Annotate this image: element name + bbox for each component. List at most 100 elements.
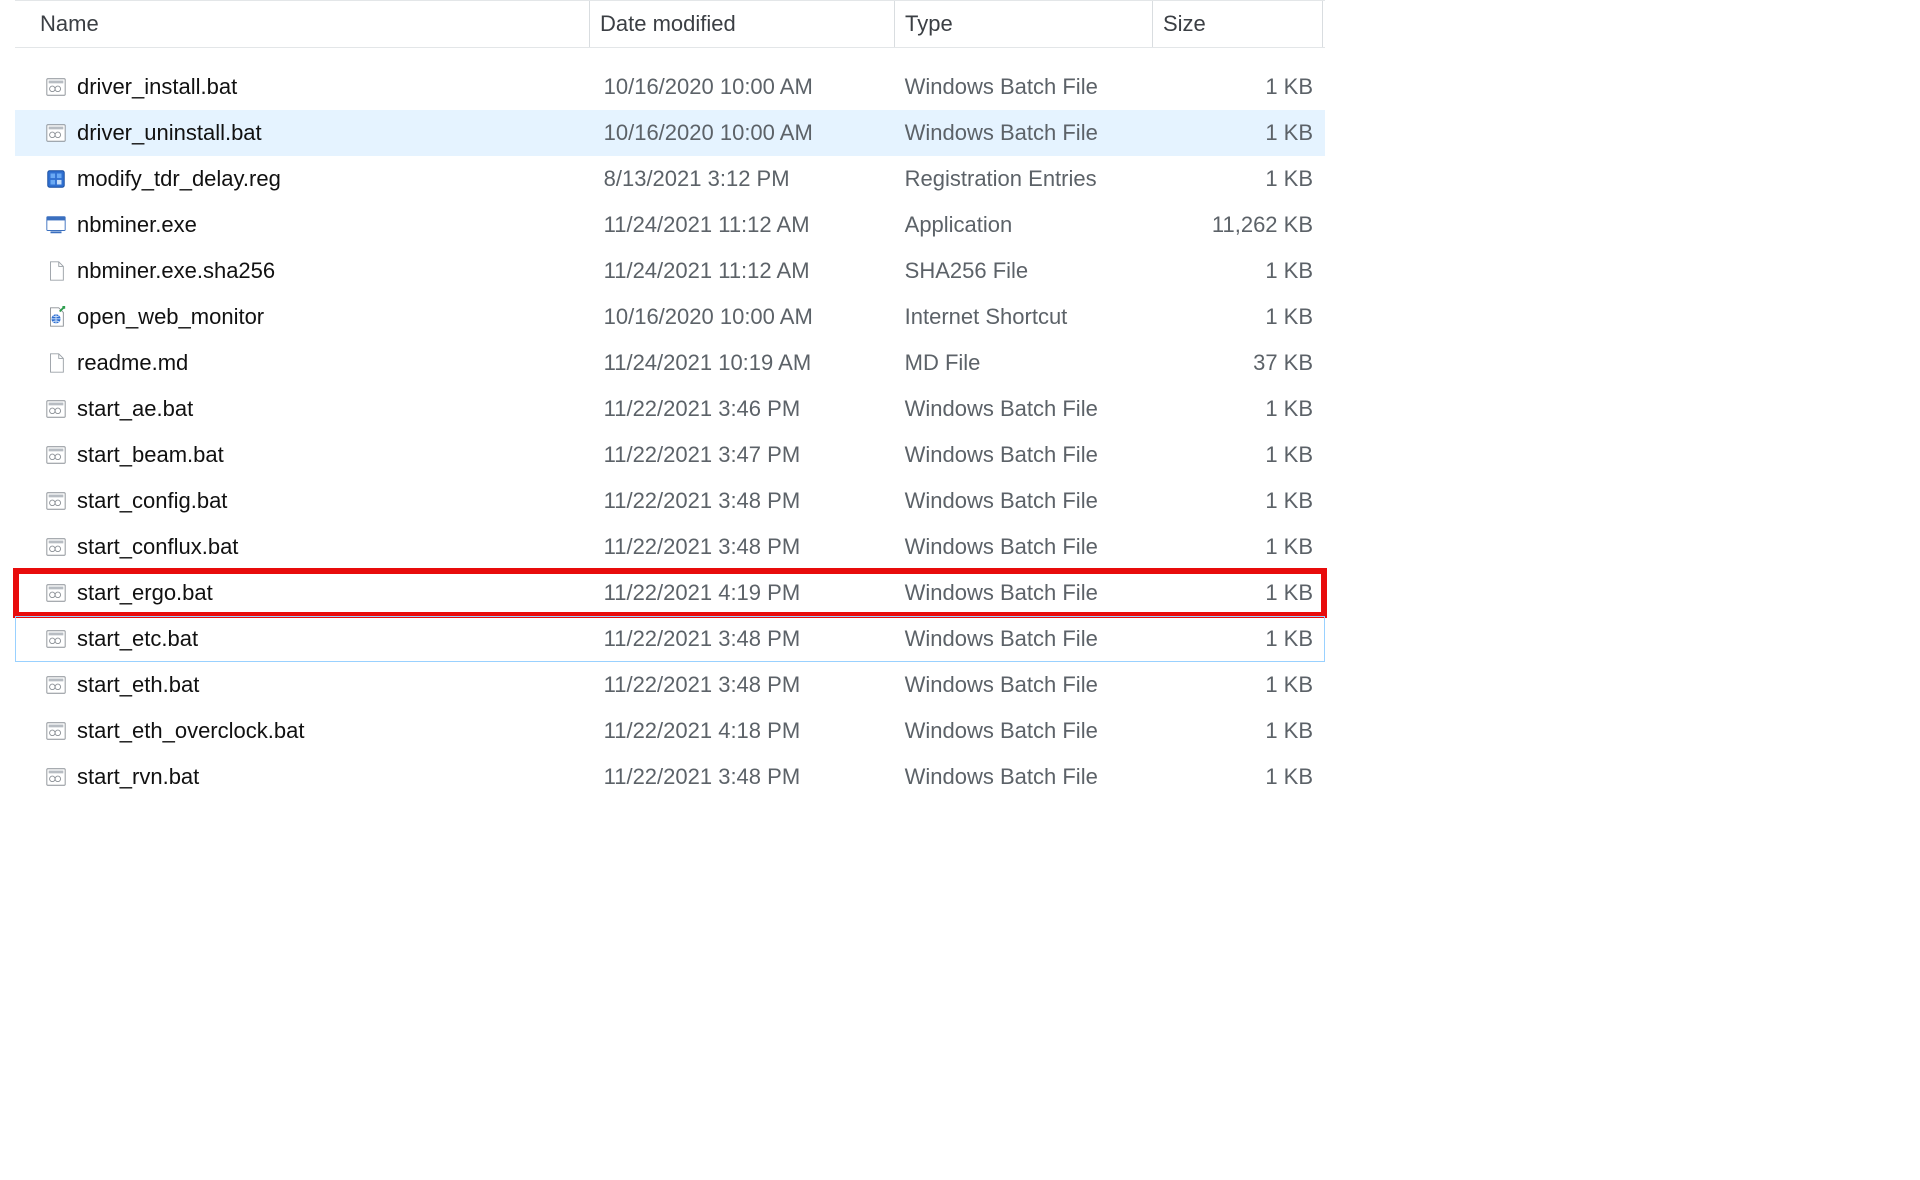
file-row[interactable]: nbminer.exe 11/24/2021 11:12 AMApplicatio… [15,202,1325,248]
file-type: Registration Entries [895,166,1151,192]
file-name: open_web_monitor [77,304,264,330]
file-row[interactable]: driver_install.bat10/16/2020 10:00 AMWin… [15,64,1325,110]
file-date: 11/22/2021 4:18 PM [594,718,895,744]
file-size: 1 KB [1151,488,1325,514]
file-date: 11/22/2021 3:48 PM [594,764,895,790]
file-name: start_ergo.bat [77,580,213,606]
file-name: start_eth.bat [77,672,199,698]
file-type: Windows Batch File [895,396,1151,422]
file-name: driver_install.bat [77,74,237,100]
file-name-cell: start_etc.bat [15,626,594,652]
file-date: 11/22/2021 3:46 PM [594,396,895,422]
file-type: Application [895,212,1151,238]
file-size: 1 KB [1151,396,1325,422]
file-rows: driver_install.bat 10/16/2020 10:00 AM Win… [15,64,1325,800]
bat-icon [45,720,67,742]
file-size: 1 KB [1151,672,1325,698]
file-row[interactable]: start_beam.bat11/22/2021 3:47 PMWindows … [15,432,1325,478]
file-name: nbminer.exe.sha256 [77,258,275,284]
file-name: nbminer.exe [77,212,197,238]
file-name: driver_uninstall.bat [77,120,262,146]
file-size: 1 KB [1151,764,1325,790]
file-name-cell: nbminer.exe.sha256 [15,258,594,284]
file-name-cell: driver_install.bat [15,74,594,100]
bat-icon [45,582,67,604]
bat-icon [45,628,67,650]
exe-icon [45,214,67,236]
bat-icon [45,490,67,512]
file-name: start_conflux.bat [77,534,238,560]
file-size: 37 KB [1151,350,1325,376]
column-header-name[interactable]: ⌃ Name [15,1,590,47]
column-header-row: ⌃ Name Date modified Type Size [15,0,1325,48]
bat-icon [45,122,67,144]
file-name: start_rvn.bat [77,764,199,790]
column-header-size[interactable]: Size [1153,1,1323,47]
file-type: Windows Batch File [895,580,1151,606]
file-row[interactable]: start_ae.bat 11/22/2021 3:46 PMWindows Ba… [15,386,1325,432]
file-name-cell: start_eth.bat [15,672,594,698]
file-row[interactable]: start_eth.bat 11/22/2021 3:48 PMWindows B… [15,662,1325,708]
file-size: 1 KB [1151,166,1325,192]
file-name-cell: start_rvn.bat [15,764,594,790]
file-type: Windows Batch File [895,764,1151,790]
file-type: Windows Batch File [895,534,1151,560]
file-name: start_etc.bat [77,626,198,652]
column-header-name-label: Name [40,11,99,37]
file-size: 1 KB [1151,304,1325,330]
file-name-cell: nbminer.exe [15,212,594,238]
file-row[interactable]: start_rvn.bat 11/22/2021 3:48 PMWindows B… [15,754,1325,800]
file-size: 1 KB [1151,442,1325,468]
file-row[interactable]: modify_tdr_delay.reg 8/13/2021 3:12 PMReg… [15,156,1325,202]
file-date: 10/16/2020 10:00 AM [594,74,895,100]
file-name-cell: modify_tdr_delay.reg [15,166,594,192]
file-row[interactable]: start_etc.bat11/22/2021 3:48 PMWindows B… [15,616,1325,662]
file-date: 11/24/2021 11:12 AM [594,258,895,284]
column-header-type[interactable]: Type [895,1,1153,47]
file-type: SHA256 File [895,258,1151,284]
file-icon [45,352,67,374]
file-type: Windows Batch File [895,672,1151,698]
file-row[interactable]: readme.md11/24/2021 10:19 AMMD File37 KB [15,340,1325,386]
file-name-cell: start_ergo.bat [15,580,594,606]
file-row[interactable]: start_ergo.bat11/22/2021 4:19 PMWindows … [15,570,1325,616]
file-date: 11/22/2021 3:48 PM [594,672,895,698]
file-row[interactable]: start_conflux.bat 11/22/2021 3:48 PMWindo… [15,524,1325,570]
file-type: Windows Batch File [895,626,1151,652]
file-type: Windows Batch File [895,442,1151,468]
file-list-panel: ⌃ Name Date modified Type Size driver_in… [15,0,1325,820]
file-row[interactable]: driver_uninstall.bat10/16/2020 10:00 AMW… [15,110,1325,156]
file-size: 1 KB [1151,120,1325,146]
file-name-cell: start_config.bat [15,488,594,514]
file-name-cell: start_conflux.bat [15,534,594,560]
bat-icon [45,536,67,558]
file-date: 11/22/2021 3:47 PM [594,442,895,468]
file-row[interactable]: open_web_monitor10/16/2020 10:00 AMInter… [15,294,1325,340]
file-size: 1 KB [1151,534,1325,560]
file-date: 11/22/2021 3:48 PM [594,534,895,560]
file-row[interactable]: nbminer.exe.sha256 11/24/2021 11:12 AMSHA… [15,248,1325,294]
url-icon [45,306,67,328]
file-date: 10/16/2020 10:00 AM [594,120,895,146]
file-size: 11,262 KB [1151,212,1325,238]
file-date: 11/24/2021 11:12 AM [594,212,895,238]
file-name: modify_tdr_delay.reg [77,166,281,192]
file-date: 8/13/2021 3:12 PM [594,166,895,192]
file-date: 10/16/2020 10:00 AM [594,304,895,330]
file-icon [45,260,67,282]
file-date: 11/22/2021 3:48 PM [594,488,895,514]
file-name: start_ae.bat [77,396,193,422]
file-name-cell: start_ae.bat [15,396,594,422]
file-size: 1 KB [1151,258,1325,284]
file-date: 11/24/2021 10:19 AM [594,350,895,376]
file-row[interactable]: start_config.bat11/22/2021 3:48 PMWindow… [15,478,1325,524]
file-size: 1 KB [1151,580,1325,606]
column-header-date[interactable]: Date modified [590,1,895,47]
file-row[interactable]: start_eth_overclock.bat11/22/2021 4:18 P… [15,708,1325,754]
column-header-type-label: Type [905,11,953,37]
bat-icon [45,398,67,420]
file-type: Windows Batch File [895,488,1151,514]
file-size: 1 KB [1151,718,1325,744]
file-name: readme.md [77,350,188,376]
sort-caret-icon: ⌃ [294,0,309,1]
